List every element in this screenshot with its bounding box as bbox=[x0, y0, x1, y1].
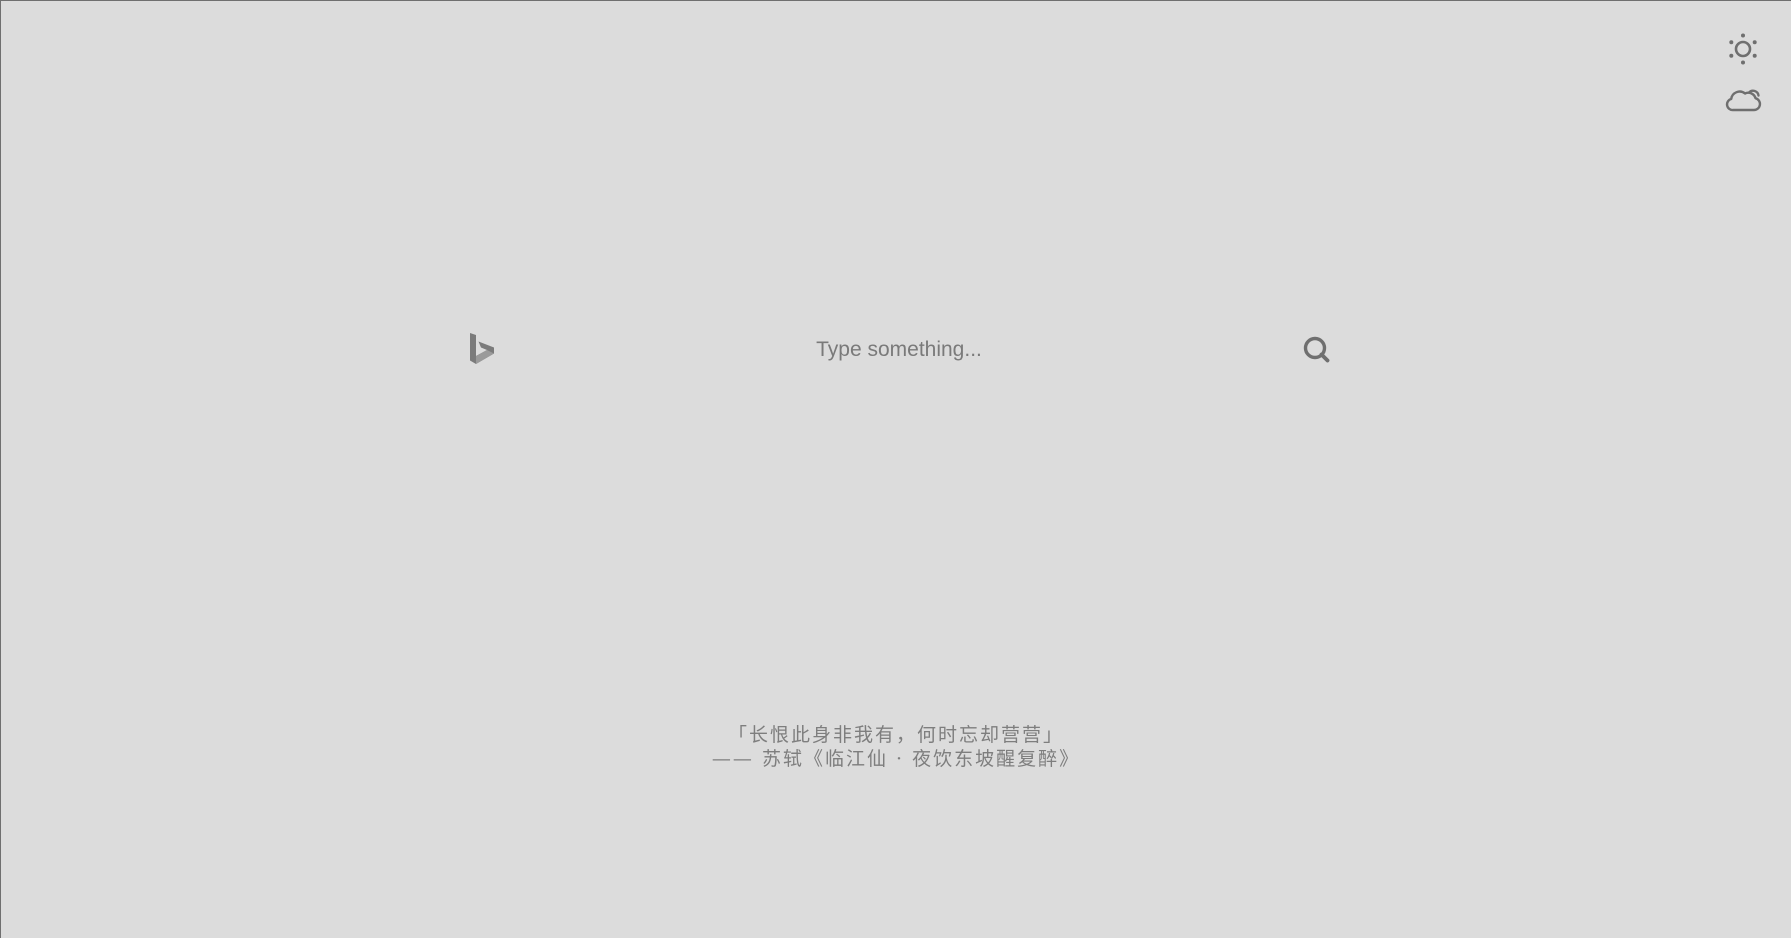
theme-toggle-button[interactable] bbox=[1723, 31, 1763, 67]
search-bar bbox=[467, 326, 1333, 372]
search-button[interactable] bbox=[1301, 334, 1333, 366]
new-tab-page: 「长恨此身非我有，何时忘却营营」 —— 苏轼《临江仙 · 夜饮东坡醒复醉》 bbox=[0, 0, 1791, 938]
weather-button[interactable] bbox=[1723, 81, 1763, 117]
search-input[interactable] bbox=[527, 330, 1271, 370]
quote-source: —— 苏轼《临江仙 · 夜饮东坡醒复醉》 bbox=[711, 748, 1081, 770]
corner-controls bbox=[1723, 31, 1763, 117]
search-engine-selector[interactable] bbox=[467, 331, 497, 367]
sun-icon bbox=[1729, 33, 1757, 65]
quote-text: 「长恨此身非我有，何时忘却营营」 bbox=[727, 724, 1064, 746]
bing-icon bbox=[470, 333, 494, 364]
daily-quote: 「长恨此身非我有，何时忘却营营」 —— 苏轼《临江仙 · 夜饮东坡醒复醉》 bbox=[1, 723, 1791, 771]
cloud-icon bbox=[1725, 89, 1762, 112]
search-icon bbox=[1303, 336, 1330, 363]
